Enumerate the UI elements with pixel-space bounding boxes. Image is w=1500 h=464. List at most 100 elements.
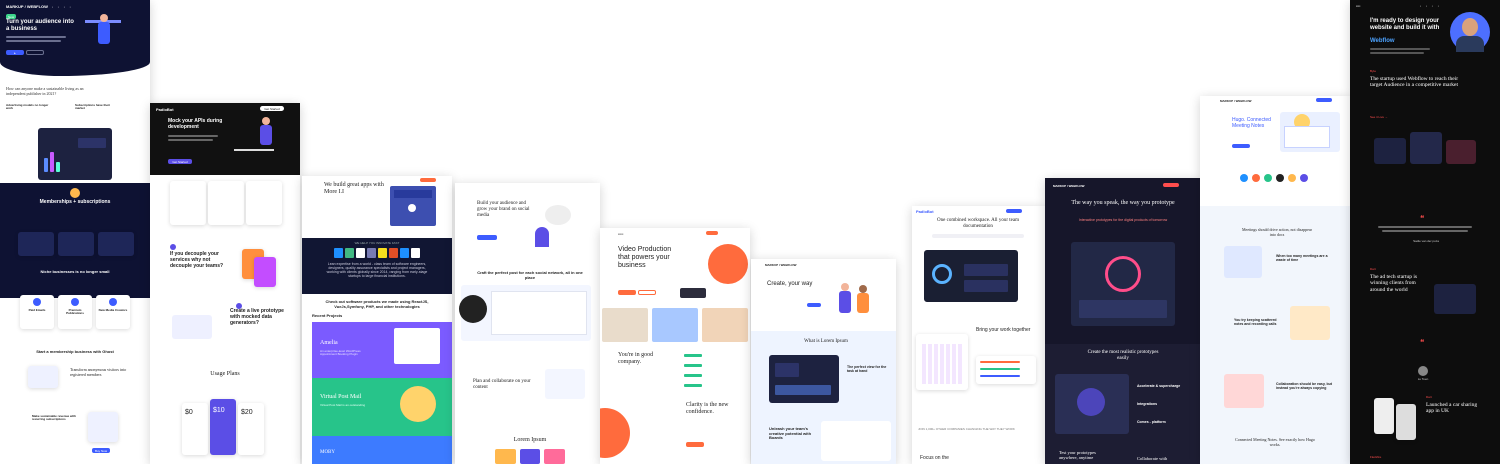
panel-workspace-docs: PadloBot One combined workspace. All you… (912, 206, 1045, 464)
memberships-title: Memberships + subscriptions (39, 199, 111, 205)
hero-cta-button[interactable] (807, 303, 821, 307)
usage-title: Usage Plans (210, 371, 240, 377)
hero-cta-button[interactable] (618, 290, 636, 295)
hero-headline: One combined workspace. All your team do… (937, 218, 1019, 229)
service-card[interactable] (170, 181, 206, 225)
test-title: Test your prototypes anywhere, anytime (1059, 450, 1096, 461)
site-logo: MARKUP / WEBFLOW (765, 263, 797, 267)
author-avatar (1418, 366, 1428, 376)
dashboard-mockup (924, 250, 1018, 302)
case-label: Byte (1370, 69, 1377, 73)
testimonial-author: Lu Toen (1417, 377, 1429, 381)
phone-mockup (1374, 398, 1394, 434)
plan-card-business[interactable]: $20 (238, 403, 264, 455)
checklist-illustration (1224, 246, 1262, 278)
top-nav[interactable]: ▪ ▪ ▪ ▪ ▪ (46, 5, 73, 9)
copy-illustration (1224, 374, 1264, 408)
craft-title: Craft the perfect post for each social n… (477, 270, 583, 280)
calendar-mockup (916, 334, 968, 390)
plan-price: $20 (241, 409, 253, 416)
col2-title: Subscriptions have their market (75, 103, 111, 111)
bullet-2: Integrations (1137, 402, 1158, 406)
software-title: Check out software products we made usin… (325, 299, 429, 309)
case-label: Fleckfire (1370, 455, 1382, 459)
dashboard-mockup (769, 355, 839, 403)
transform-title: Transform anonymous visitors into regist… (70, 367, 127, 377)
testimonial-text (1378, 226, 1472, 228)
premium-publications-card[interactable]: Premium Publications (58, 295, 92, 329)
paid-emails-card[interactable]: Paid Emails (20, 295, 54, 329)
top-nav[interactable]: ▪ ▪ ▪ ▪ (1420, 4, 1441, 8)
email-input[interactable] (932, 234, 1024, 238)
lorem-title: What is Lorem Ipsum (804, 339, 848, 344)
contact-button[interactable] (420, 178, 436, 182)
project-moby[interactable]: MOBY (312, 436, 452, 464)
project-amelia[interactable]: Amelia An enterprise-level WordPress App… (312, 322, 452, 378)
app-mockup (1055, 374, 1129, 434)
meetings-title: Meetings should drive action, not disapp… (1242, 227, 1312, 237)
nav-cta-button[interactable] (1316, 98, 1332, 102)
nav-cta-button[interactable] (1163, 183, 1179, 187)
site-logo: ▪▪▪▪▪ (618, 232, 624, 236)
panel-membership-site: MARKUP / WEBFLOW ▪ ▪ ▪ ▪ ▪ New Turn your… (0, 0, 150, 464)
case-label: Dart (1370, 267, 1376, 271)
panel-portfolio: ▪▪▪▪ ▪ ▪ ▪ ▪ I'm ready to design your we… (1350, 0, 1500, 464)
decouple-icon (170, 244, 176, 250)
hero-text (6, 36, 66, 38)
hero-headline: Build your audience and grow your brand … (477, 201, 530, 218)
footer-title: Connected Meeting Notes. See exactly how… (1235, 437, 1315, 447)
plan-card-pro[interactable]: $10 (210, 399, 236, 455)
hero-headline: Video Production that powers your busine… (618, 246, 672, 270)
collab-title: Collaborate with (1137, 456, 1168, 461)
hero-cta-button[interactable] (1232, 144, 1250, 148)
project-title: Amelia (320, 340, 338, 346)
plants-illustration (535, 201, 579, 247)
hero-secondary-button[interactable] (26, 50, 44, 55)
new-media-creators-card[interactable]: New Media Creators (96, 295, 130, 329)
perfect-title: The perfect view for the task at hand (847, 365, 887, 374)
clarity-cta-button[interactable] (686, 442, 704, 447)
see-live-link[interactable]: See it Live → (1370, 115, 1388, 119)
shop-illustration (390, 186, 436, 226)
hero-background (0, 0, 150, 76)
waste-title: When too many meetings are a waste of ti… (1276, 254, 1328, 263)
hero-cta-button[interactable]: ▸ (6, 50, 24, 55)
join-text: JOIN 1,000+ OTHER COMPANIES CHANGING THE… (918, 427, 1015, 431)
buy-now-button[interactable]: Buy Now (92, 448, 110, 453)
nav-cta-button[interactable] (1006, 209, 1022, 213)
nav-cta-button[interactable]: Get Started (260, 106, 284, 111)
project-title: MOBY (320, 450, 336, 455)
collab-title: Collaboration should be easy, but instea… (1276, 382, 1332, 391)
service-card[interactable] (208, 181, 244, 225)
panel-padlobot-api: PadloBot Get Started Mock your APIs duri… (150, 103, 300, 464)
plan-card-free[interactable]: $0 (182, 403, 208, 455)
panel-boards-app: MARKUP / WEBFLOW Create, your way What i… (751, 259, 896, 464)
client-logos (684, 354, 724, 396)
lorem-title: Lorem Ipsum (513, 437, 547, 443)
bullet-1: Accelerate & supercharge (1137, 384, 1181, 388)
project-text: An enterprise-level WordPress Appointmen… (320, 349, 361, 357)
dashboard-mockup (38, 128, 112, 180)
ghost-icon (70, 188, 80, 198)
post-editor-mockup (459, 285, 591, 341)
tasks-list (976, 356, 1036, 384)
plan-price: $0 (185, 409, 193, 416)
site-logo: MARKUP / WEBFLOW (6, 4, 48, 9)
feature-card (18, 232, 54, 256)
integration-icons (1224, 174, 1324, 184)
project-text: Virtual Post Mail is an outstanding (320, 403, 366, 407)
hero-headline: Mock your APIs during development (168, 118, 223, 130)
service-card[interactable] (246, 181, 282, 225)
unleash-title: Unleash your team's creative potential w… (769, 426, 812, 441)
get-started-button[interactable]: Get Started (168, 159, 192, 164)
site-logo: ▪▪▪▪ (1356, 4, 1361, 8)
laptop-illustration (1280, 112, 1340, 152)
hero-cta-button[interactable] (477, 235, 497, 240)
nav-button[interactable] (706, 231, 718, 235)
project-virtual-post-mail[interactable]: Virtual Post Mail Virtual Post Mail is a… (312, 378, 452, 436)
avatar (1450, 12, 1490, 52)
create-title: Create a live prototype with mocked data… (230, 308, 284, 326)
hero-secondary-button[interactable] (638, 290, 656, 295)
case-title: The startup used Webflow to reach their … (1370, 76, 1459, 89)
case-mockup (1434, 284, 1476, 314)
